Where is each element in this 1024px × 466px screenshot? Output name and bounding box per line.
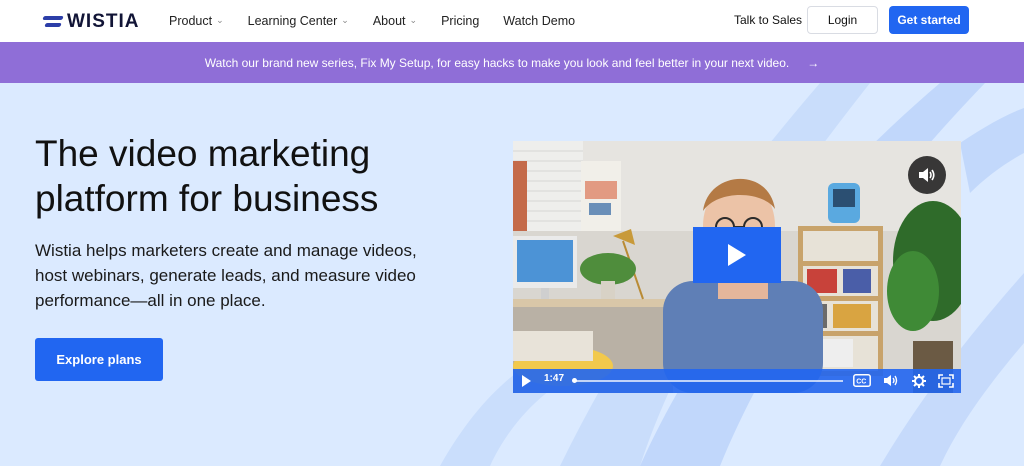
chevron-down-icon: ⌄ (341, 14, 349, 25)
fullscreen-icon[interactable] (938, 374, 954, 388)
nav-item-product[interactable]: Product ⌄ (169, 14, 224, 28)
video-progress-handle[interactable] (572, 378, 578, 383)
svg-text:CC: CC (856, 378, 866, 385)
nav-item-about[interactable]: About ⌄ (373, 14, 417, 28)
nav-item-label: Product (169, 14, 213, 28)
arrow-right-icon: → (807, 55, 820, 70)
nav-links: Product ⌄ Learning Center ⌄ About ⌄ Pric… (169, 0, 599, 42)
video-progress-track[interactable] (573, 380, 843, 382)
nav-item-label: About (372, 14, 406, 28)
hero-description: Wistia helps marketers create and manage… (35, 241, 417, 310)
nav-item-pricing[interactable]: Pricing (441, 14, 479, 28)
play-icon (728, 244, 746, 266)
hero-section: The video marketing platform for busines… (0, 83, 1024, 466)
nav-item-learning-center[interactable]: Learning Center ⌄ (248, 14, 349, 28)
talk-to-sales-link[interactable]: Talk to Sales (734, 13, 802, 27)
hero-headline: The video marketing platform for busines… (35, 133, 379, 219)
banner-text: Watch our brand new series, Fix My Setup… (204, 55, 790, 70)
nav-item-watch-demo[interactable]: Watch Demo (503, 14, 575, 28)
get-started-button[interactable]: Get started (889, 6, 969, 34)
video-current-time: 1:47 (544, 373, 565, 384)
wistia-logo-icon (42, 14, 64, 30)
closed-captions-icon[interactable]: CC (853, 374, 871, 387)
chevron-down-icon: ⌄ (216, 14, 224, 25)
video-player[interactable]: 1:47 CC (513, 141, 961, 393)
wistia-logo[interactable]: WISTIA (42, 11, 140, 33)
explore-plans-button[interactable]: Explore plans (35, 338, 163, 381)
volume-icon[interactable] (908, 156, 946, 194)
nav-item-label: Learning Center (247, 14, 338, 28)
play-icon[interactable] (521, 375, 531, 387)
settings-icon[interactable] (912, 374, 926, 388)
chevron-down-icon: ⌄ (409, 14, 418, 25)
top-navigation: WISTIA Product ⌄ Learning Center ⌄ About… (0, 0, 1024, 42)
login-button[interactable]: Login (807, 6, 878, 34)
nav-item-label: Watch Demo (503, 14, 576, 28)
video-control-bar: 1:47 CC (513, 369, 961, 393)
nav-item-label: Pricing (441, 14, 480, 28)
play-button[interactable] (693, 227, 781, 283)
volume-icon[interactable] (883, 374, 899, 387)
logo-text: WISTIA (67, 11, 140, 32)
announcement-banner[interactable]: Watch our brand new series, Fix My Setup… (0, 42, 1024, 83)
